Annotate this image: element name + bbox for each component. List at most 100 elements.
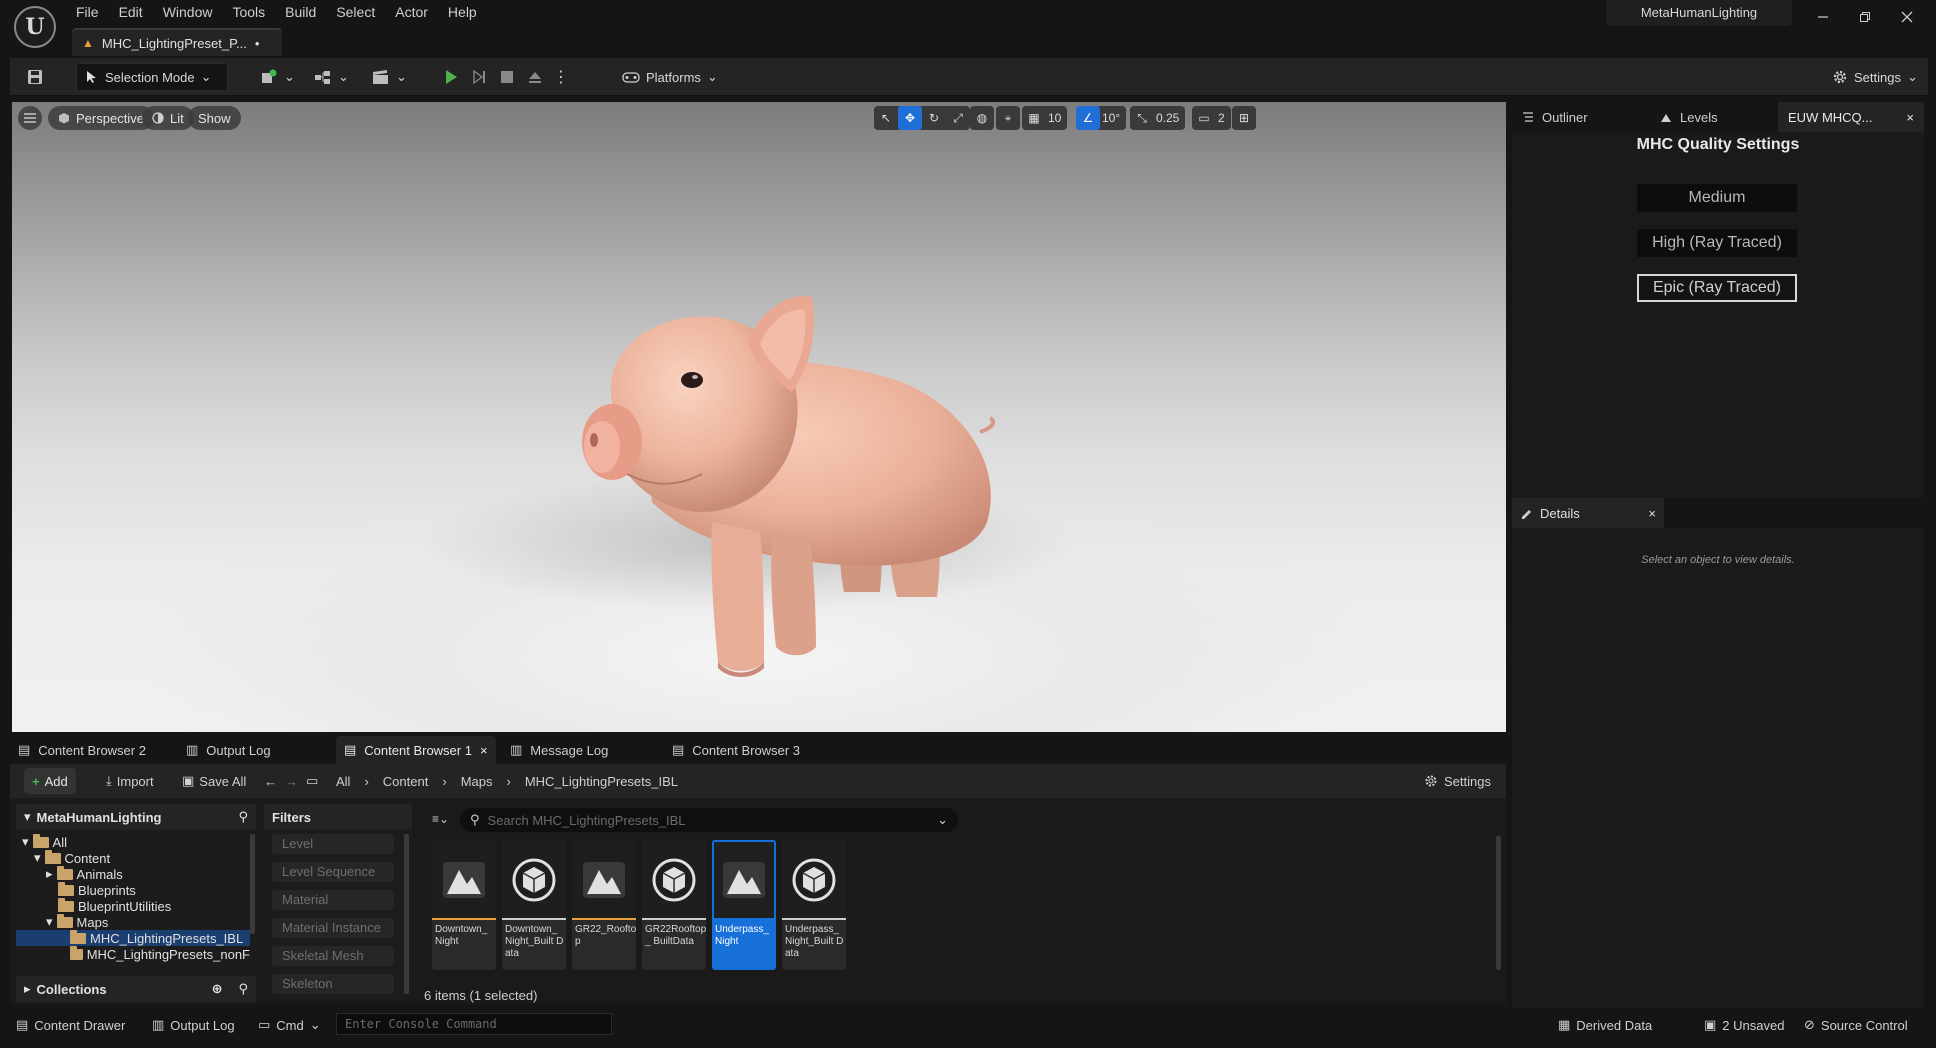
coordinate-system-button[interactable]: ◍ [970, 106, 994, 130]
close-tab-icon[interactable]: × [1648, 506, 1656, 521]
tree-item-all[interactable]: ▾ All [16, 833, 250, 850]
menu-file[interactable]: File [66, 1, 109, 23]
level-viewport[interactable]: Perspective Lit Show ↖ ✥ ↻ ⤢ ◍ ⌖ ▦ 10 ∠ … [12, 102, 1506, 732]
asset-search-input[interactable]: ⚲ Search MHC_LightingPresets_IBL ⌄ [460, 808, 958, 832]
play-button[interactable] [440, 66, 462, 88]
search-icon[interactable]: ⚲ [238, 809, 248, 825]
tab-outliner[interactable]: Outliner [1512, 102, 1598, 132]
play-options-kebab-icon[interactable]: ⋮ [553, 66, 569, 88]
add-actor-button[interactable]: ⌄ [252, 63, 303, 91]
advance-frame-button[interactable] [468, 66, 490, 88]
settings-dropdown[interactable]: Settings ⌄ [1824, 63, 1926, 91]
folder-icon[interactable]: ▭ [306, 773, 318, 789]
grid-snap-button[interactable]: ▦ 10 [1022, 106, 1068, 130]
content-drawer-button[interactable]: ▤ Content Drawer [16, 1008, 125, 1042]
menu-tools[interactable]: Tools [222, 1, 275, 23]
filter-material-instance[interactable]: Material Instance [272, 918, 394, 938]
asset-tile-downtown-night-builtdata[interactable]: Downtown_ Night_Built Data [502, 840, 566, 970]
tab-euw-mhc-quality[interactable]: EUW MHCQ... × [1778, 102, 1924, 132]
tab-levels[interactable]: Levels [1650, 102, 1728, 132]
quality-medium-button[interactable]: Medium [1637, 184, 1797, 212]
rotate-icon[interactable]: ↻ [922, 106, 946, 130]
import-button[interactable]: ⤓ Import [106, 768, 154, 794]
level-document-tab[interactable]: ▲ MHC_LightingPreset_P... • [72, 28, 282, 56]
forward-icon[interactable]: → [285, 774, 298, 789]
cb-settings-button[interactable]: Settings [1424, 768, 1491, 794]
selection-mode-dropdown[interactable]: Selection Mode ⌄ [76, 63, 228, 91]
perspective-button[interactable]: Perspective [48, 106, 154, 130]
view-mode-lit-button[interactable]: Lit [142, 106, 194, 130]
add-button[interactable]: + Add [24, 768, 76, 794]
filter-dropdown-button[interactable]: ≡ ⌄ [432, 812, 449, 826]
close-tab-icon[interactable]: × [480, 743, 488, 758]
stop-button[interactable] [496, 66, 518, 88]
viewport-options-button[interactable] [18, 106, 42, 130]
tree-item-mhc-lightingpresets-ibl[interactable]: MHC_LightingPresets_IBL [16, 929, 250, 946]
tab-message-log[interactable]: ▥ Message Log [502, 736, 616, 764]
quality-epic-button[interactable]: Epic (Ray Traced) [1637, 274, 1797, 302]
asset-tile-downtown-night[interactable]: Downtown_ Night [432, 840, 496, 970]
search-icon[interactable]: ⚲ [238, 981, 248, 997]
restore-button[interactable] [1842, 2, 1888, 32]
show-flags-button[interactable]: Show [188, 106, 241, 130]
menu-help[interactable]: Help [438, 1, 487, 23]
tab-content-browser-1[interactable]: ▤ Content Browser 1 × [336, 736, 496, 764]
tab-content-browser-3[interactable]: ▤ Content Browser 3 [664, 736, 808, 764]
status-output-log-button[interactable]: ▥ Output Log [152, 1008, 235, 1042]
tab-output-log[interactable]: ▥ Output Log [178, 736, 279, 764]
breadcrumb-content[interactable]: Content [383, 774, 429, 789]
close-window-button[interactable] [1884, 2, 1930, 32]
cmd-dropdown[interactable]: ▭ Cmd ⌄ [258, 1008, 321, 1042]
filter-level[interactable]: Level [272, 834, 394, 854]
tree-item-blueprintutilities[interactable]: BlueprintUtilities [16, 897, 250, 914]
rotation-snap-button[interactable]: ∠ 10° [1076, 106, 1127, 130]
filter-level-sequence[interactable]: Level Sequence [272, 862, 394, 882]
asset-tile-gr22-rooftop[interactable]: GR22_Rooftop [572, 840, 636, 970]
source-control-button[interactable]: ⊘ Source Control [1804, 1008, 1908, 1042]
viewport-layout-button[interactable]: ⊞ [1232, 106, 1256, 130]
select-cursor-icon[interactable]: ↖ [874, 106, 898, 130]
breadcrumb-current[interactable]: MHC_LightingPresets_IBL [525, 774, 678, 789]
chevron-down-icon[interactable]: ⌄ [937, 812, 948, 828]
tree-scrollbar[interactable] [250, 834, 255, 934]
tree-item-animals[interactable]: ▸ Animals [16, 865, 250, 882]
collections-header[interactable]: ▸ Collections ⊕ ⚲ [16, 976, 256, 1002]
unreal-logo-icon[interactable]: U [14, 6, 56, 48]
scale-snap-button[interactable]: ⤡ 0.25 [1130, 106, 1186, 130]
save-all-button[interactable]: ▣ Save All [182, 768, 246, 794]
menu-actor[interactable]: Actor [385, 1, 438, 23]
menu-build[interactable]: Build [275, 1, 326, 23]
scale-icon[interactable]: ⤢ [946, 106, 970, 130]
menu-edit[interactable]: Edit [109, 1, 153, 23]
menu-window[interactable]: Window [153, 1, 223, 23]
menu-select[interactable]: Select [326, 1, 385, 23]
asset-tile-gr22rooftop-builtdata[interactable]: GR22Rooftop_ BuiltData [642, 840, 706, 970]
asset-tile-underpass-night[interactable]: Underpass_ Night [712, 840, 776, 970]
save-button[interactable] [24, 66, 46, 88]
filter-material[interactable]: Material [272, 890, 394, 910]
tree-item-mhc-lightingpresets-nonf[interactable]: MHC_LightingPresets_nonF [16, 945, 250, 962]
breadcrumb-all[interactable]: All [336, 774, 350, 789]
derived-data-button[interactable]: ▦ Derived Data [1558, 1008, 1652, 1042]
tab-content-browser-2[interactable]: ▤ Content Browser 2 [10, 736, 154, 764]
filter-skeleton[interactable]: Skeleton [272, 974, 394, 994]
unsaved-button[interactable]: ▣ 2 Unsaved [1704, 1008, 1784, 1042]
back-icon[interactable]: ← [264, 774, 277, 789]
tree-header[interactable]: ▾ MetaHumanLighting ⚲ [16, 804, 256, 830]
blueprints-button[interactable]: ⌄ [306, 63, 357, 91]
tree-item-maps[interactable]: ▾ Maps [16, 913, 250, 930]
platforms-dropdown[interactable]: Platforms ⌄ [614, 63, 726, 91]
cinematics-button[interactable]: ⌄ [364, 63, 415, 91]
translate-icon[interactable]: ✥ [898, 106, 922, 130]
filter-skeletal-mesh[interactable]: Skeletal Mesh [272, 946, 394, 966]
close-tab-icon[interactable]: × [1906, 110, 1914, 125]
tab-details[interactable]: Details × [1512, 498, 1664, 528]
tree-item-content[interactable]: ▾ Content [16, 849, 250, 866]
asset-tile-underpass-night-builtdata[interactable]: Underpass_ Night_Built Data [782, 840, 846, 970]
quality-high-button[interactable]: High (Ray Traced) [1637, 229, 1797, 257]
eject-button[interactable] [524, 66, 546, 88]
surface-snapping-button[interactable]: ⌖ [996, 106, 1020, 130]
filters-scrollbar[interactable] [404, 834, 409, 994]
breadcrumb-maps[interactable]: Maps [461, 774, 493, 789]
asset-scrollbar[interactable] [1496, 836, 1501, 970]
